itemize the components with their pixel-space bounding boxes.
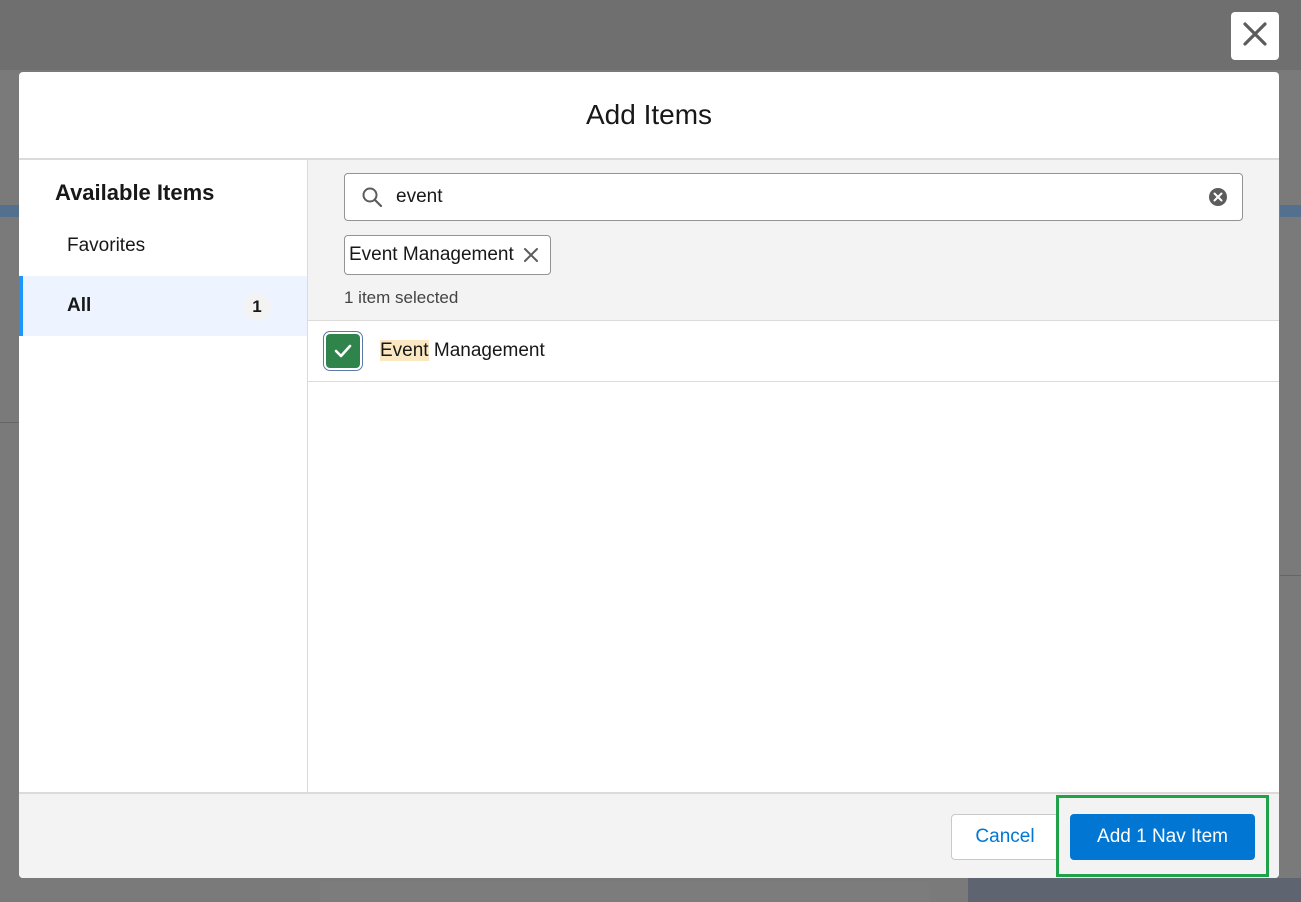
search-match-highlight: Event <box>380 340 429 361</box>
item-label: Event Management <box>380 340 545 362</box>
modal-header: Add Items <box>19 72 1279 160</box>
search-area: Event Management 1 item selected <box>308 160 1279 321</box>
close-icon <box>1241 20 1269 53</box>
background-accent-left <box>0 205 20 217</box>
sidebar-heading: Available Items <box>55 180 215 205</box>
selected-count-text: 1 item selected <box>344 288 459 307</box>
items-content: Event Management 1 item selected Event M… <box>308 160 1279 792</box>
available-items-sidebar: Available Items Favorites All 1 <box>19 160 308 792</box>
pill-label: Event Management <box>349 244 514 265</box>
checkmark-icon <box>334 344 352 358</box>
search-icon <box>361 185 385 209</box>
search-input[interactable] <box>394 185 1208 209</box>
item-checkbox[interactable] <box>326 334 360 368</box>
cancel-button[interactable]: Cancel <box>951 814 1059 860</box>
sidebar-item-favorites[interactable]: Favorites <box>19 216 307 276</box>
selected-item-pill: Event Management <box>344 235 551 275</box>
background-accent-right <box>1280 205 1301 217</box>
sidebar-item-label: Favorites <box>67 235 146 256</box>
close-modal-button[interactable] <box>1231 12 1279 60</box>
background-bottom-area <box>320 882 930 902</box>
background-header <box>0 0 1301 70</box>
background-divider <box>0 422 20 423</box>
clear-icon[interactable] <box>1208 185 1232 209</box>
item-label-rest: Management <box>428 340 545 361</box>
remove-pill-icon[interactable] <box>522 245 542 265</box>
search-box[interactable] <box>344 173 1243 221</box>
sidebar-item-all[interactable]: All 1 <box>19 276 307 336</box>
count-badge: 1 <box>243 293 271 321</box>
modal-body: Available Items Favorites All 1 event Ev… <box>19 160 1279 792</box>
modal-footer: Cancel Add 1 Nav Item <box>19 792 1279 878</box>
background-bottom-right <box>968 878 1301 902</box>
modal-title: Add Items <box>585 99 713 130</box>
add-nav-item-button[interactable]: Add 1 Nav Item <box>1070 814 1255 860</box>
background-divider <box>1280 575 1301 576</box>
list-item[interactable]: Event Management <box>308 321 1279 382</box>
add-items-modal: Add Items Available Items Favorites All … <box>19 72 1279 878</box>
sidebar-item-label: All <box>67 295 92 316</box>
